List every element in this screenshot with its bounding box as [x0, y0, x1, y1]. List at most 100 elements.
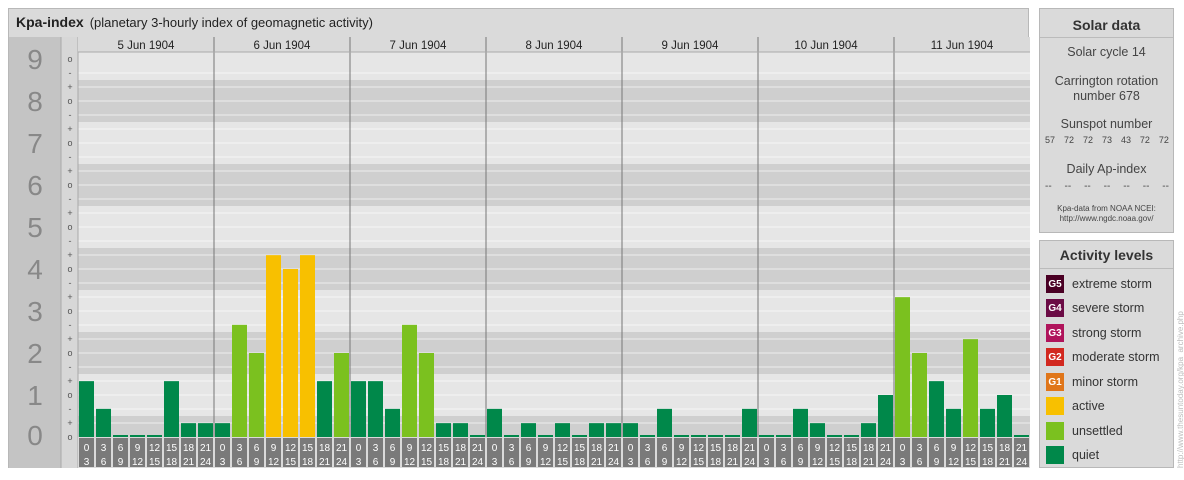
- legend-swatch: G2: [1046, 348, 1064, 366]
- kpa-bar: [793, 408, 808, 437]
- kpa-bar: [504, 435, 519, 437]
- legend-item-minor-storm: G1 minor storm: [1046, 372, 1138, 392]
- hour-end-label: 3: [356, 457, 362, 468]
- ap-index-values: -- -- -- -- -- -- --: [1045, 181, 1169, 192]
- kpa-bar: [946, 408, 961, 437]
- hour-start-label: 12: [421, 443, 433, 454]
- legend-swatch: G1: [1046, 373, 1064, 391]
- ap-index-title: Daily Ap-index: [1066, 162, 1147, 176]
- hour-start-label: 21: [608, 443, 620, 454]
- carrington-rotation-number: number 678: [1073, 89, 1140, 103]
- y-subtick-label: o: [67, 96, 72, 106]
- y-subtick-label: o: [67, 54, 72, 64]
- day-label: 9 Jun 1904: [662, 40, 720, 52]
- sunspot-value: 73: [1101, 135, 1112, 145]
- level-band: [78, 248, 1030, 269]
- y-tick-label: 3: [27, 296, 43, 327]
- hour-end-label: 6: [645, 457, 651, 468]
- hour-end-label: 12: [948, 457, 960, 468]
- kpa-bar: [351, 381, 366, 437]
- level-band: [78, 185, 1030, 206]
- sunspot-value: 57: [1045, 135, 1056, 145]
- hour-start-label: 18: [863, 443, 875, 454]
- legend-label: quiet: [1072, 448, 1100, 462]
- y-subtick-label: -: [69, 194, 72, 204]
- y-tick-label: 9: [27, 44, 43, 75]
- hour-start-label: 9: [543, 443, 549, 454]
- kpa-bar: [640, 435, 655, 437]
- level-band: [78, 269, 1030, 290]
- legend-label: strong storm: [1072, 326, 1142, 340]
- legend-item-unsettled: unsettled: [1046, 421, 1123, 441]
- kpa-bar: [147, 435, 162, 437]
- hour-end-label: 24: [880, 457, 892, 468]
- legend-label: extreme storm: [1072, 277, 1152, 291]
- level-band: [78, 353, 1030, 374]
- hour-end-label: 18: [574, 457, 586, 468]
- kpa-bar: [232, 324, 247, 437]
- legend-item-quiet: quiet: [1046, 445, 1099, 465]
- legend-label: severe storm: [1072, 301, 1145, 315]
- hour-end-label: 15: [693, 457, 705, 468]
- ap-value: --: [1142, 181, 1150, 192]
- hour-end-label: 12: [540, 457, 552, 468]
- hour-start-label: 15: [846, 443, 858, 454]
- kpa-bar: [572, 435, 587, 437]
- hour-start-label: 15: [166, 443, 178, 454]
- ap-value: --: [1162, 181, 1169, 192]
- kpa-chart: 0123456789o+-o+-o+-o+-o+-o+-o+-o+-o+-o5 …: [9, 37, 1030, 468]
- hour-end-label: 18: [710, 457, 722, 468]
- hour-end-label: 3: [84, 457, 90, 468]
- kpa-bar: [487, 408, 502, 437]
- hour-start-label: 15: [302, 443, 314, 454]
- hour-start-label: 6: [526, 443, 532, 454]
- kpa-bar: [215, 423, 230, 437]
- legend-item-extreme-storm: G5 extreme storm: [1046, 274, 1152, 294]
- kpa-bar: [810, 423, 825, 437]
- y-tick-label: 5: [27, 212, 43, 243]
- hour-start-label: 0: [764, 443, 770, 454]
- hour-start-label: 3: [101, 443, 107, 454]
- hour-end-label: 3: [764, 457, 770, 468]
- hour-start-label: 18: [591, 443, 603, 454]
- hour-start-label: 12: [285, 443, 297, 454]
- y-tick-label: 4: [27, 254, 43, 285]
- hour-end-label: 24: [200, 457, 212, 468]
- y-tick-label: 2: [27, 338, 43, 369]
- hour-start-label: 21: [472, 443, 484, 454]
- kpa-bar: [997, 395, 1012, 437]
- y-subtick-label: o: [67, 348, 72, 358]
- hour-start-label: 3: [781, 443, 787, 454]
- hour-start-label: 0: [220, 443, 226, 454]
- hour-start-label: 9: [407, 443, 413, 454]
- hour-end-label: 18: [982, 457, 994, 468]
- y-tick-label: 6: [27, 170, 43, 201]
- y-subtick-label: +: [67, 418, 72, 428]
- hour-start-label: 15: [710, 443, 722, 454]
- hour-start-label: 12: [557, 443, 569, 454]
- kpa-bar: [334, 353, 349, 437]
- hour-end-label: 18: [438, 457, 450, 468]
- y-subtick-label: +: [67, 376, 72, 386]
- hour-start-label: 21: [1016, 443, 1028, 454]
- kpa-bar: [470, 435, 485, 437]
- kpa-bar: [657, 408, 672, 437]
- hour-end-label: 6: [101, 457, 107, 468]
- legend-swatch: G3: [1046, 324, 1064, 342]
- hour-start-label: 18: [455, 443, 467, 454]
- kpa-bar: [827, 435, 842, 437]
- day-label: 6 Jun 1904: [254, 40, 312, 52]
- hour-start-label: 15: [982, 443, 994, 454]
- hour-start-label: 18: [183, 443, 195, 454]
- hour-end-label: 3: [220, 457, 226, 468]
- kpa-bar: [130, 435, 145, 437]
- hour-end-label: 12: [268, 457, 280, 468]
- hour-end-label: 18: [166, 457, 178, 468]
- credit-url: http://www.ngdc.noaa.gov/: [1059, 214, 1154, 223]
- hour-start-label: 9: [271, 443, 277, 454]
- kpa-bar: [844, 435, 859, 437]
- sunspot-value: 43: [1120, 135, 1131, 145]
- hour-end-label: 6: [781, 457, 787, 468]
- legend-item-strong-storm: G3 strong storm: [1046, 323, 1141, 343]
- hour-end-label: 18: [302, 457, 314, 468]
